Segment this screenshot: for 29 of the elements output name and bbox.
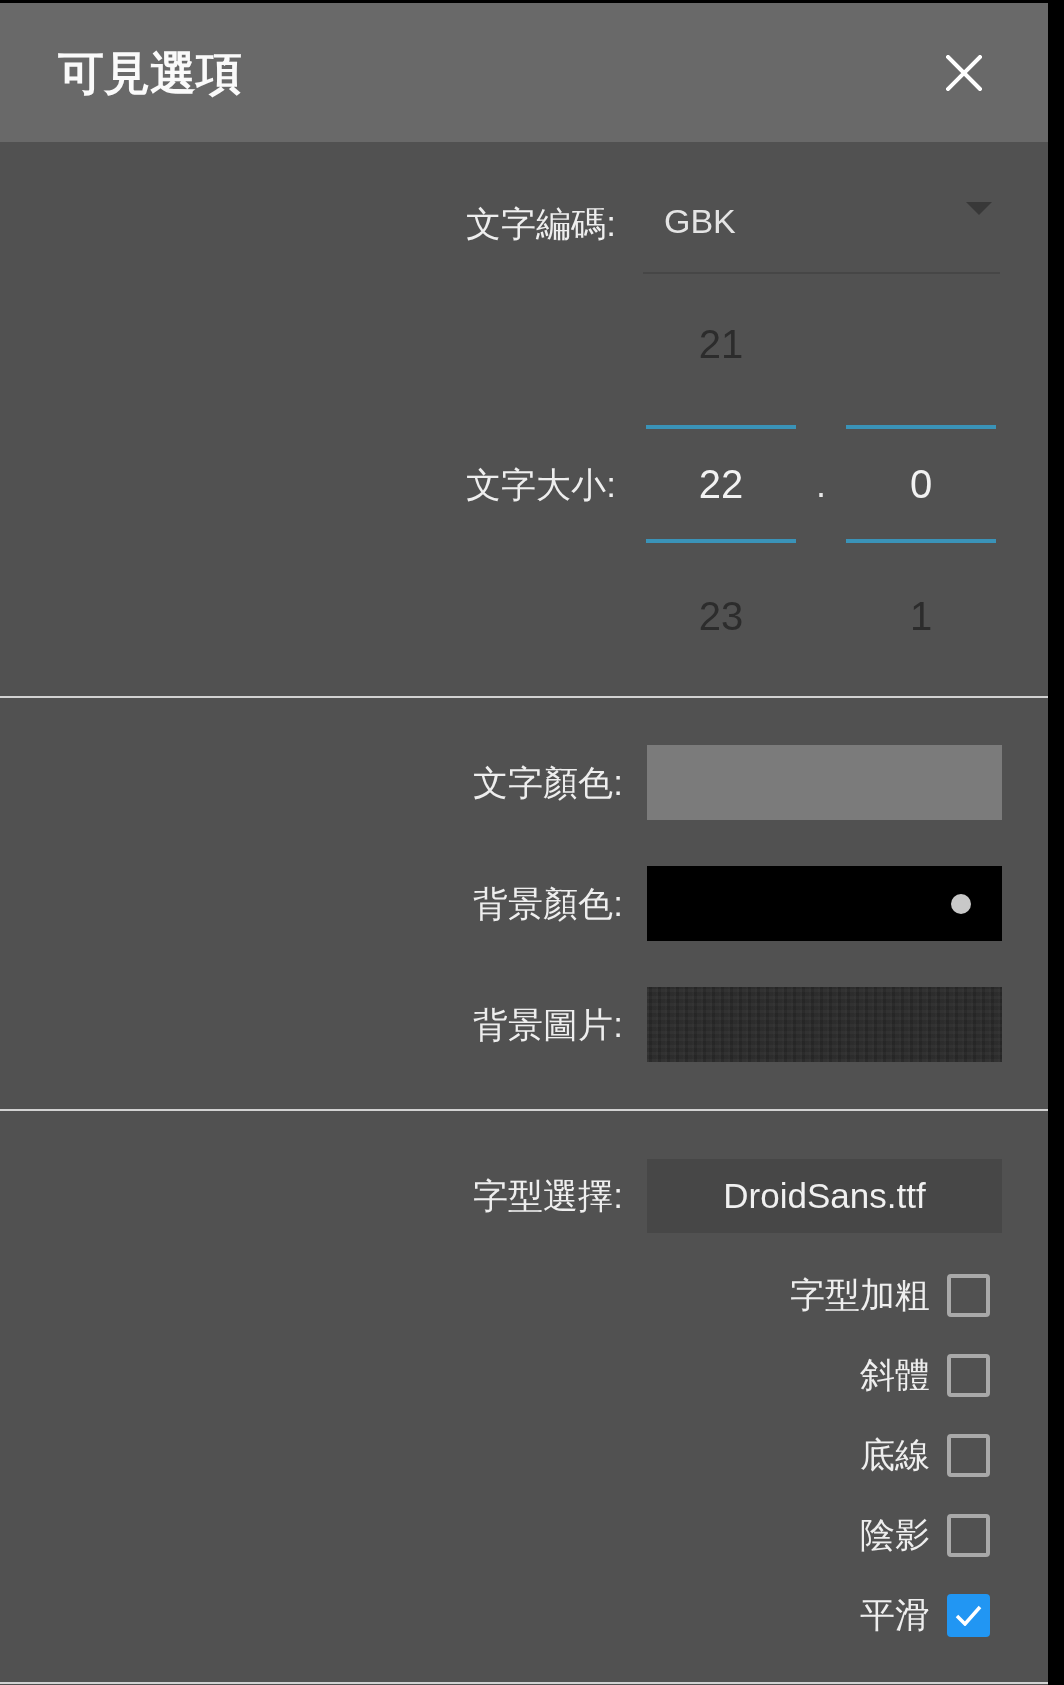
caret-icon bbox=[966, 201, 992, 215]
checkbox-label: 斜體 bbox=[860, 1354, 930, 1396]
checkbox-label: 陰影 bbox=[860, 1514, 930, 1556]
font-file-button[interactable]: DroidSans.ttf bbox=[647, 1159, 1002, 1233]
color-swatch[interactable] bbox=[647, 745, 1002, 820]
number-field[interactable]: 22 bbox=[646, 425, 796, 543]
checkbox[interactable] bbox=[947, 1273, 990, 1317]
color-label: 文字顏色: bbox=[473, 761, 623, 804]
color-label: 背景圖片: bbox=[473, 1003, 623, 1046]
checkbox[interactable] bbox=[947, 1433, 990, 1477]
dialog-title: 可見選項 bbox=[58, 49, 242, 96]
close-button[interactable] bbox=[946, 54, 982, 91]
font-label: 字型選擇: bbox=[473, 1175, 623, 1217]
text-size-label: 文字大小: bbox=[466, 464, 616, 506]
checkbox[interactable] bbox=[947, 1593, 990, 1637]
color-swatch[interactable] bbox=[647, 866, 1002, 941]
check-icon bbox=[955, 1604, 982, 1626]
encoding-label: 文字編碼: bbox=[466, 203, 616, 245]
checkbox-label: 底線 bbox=[860, 1434, 930, 1476]
checkbox-label: 平滑 bbox=[860, 1594, 930, 1636]
decimal-point: . bbox=[815, 463, 827, 507]
checkbox[interactable] bbox=[947, 1353, 990, 1397]
close-icon bbox=[946, 54, 982, 91]
checkbox[interactable] bbox=[947, 1513, 990, 1557]
encoding-dropdown[interactable]: GBK bbox=[643, 174, 1000, 274]
color-label: 背景顏色: bbox=[473, 882, 623, 925]
number-field[interactable]: 0 bbox=[846, 425, 996, 543]
checkbox-label: 字型加粗 bbox=[790, 1274, 930, 1316]
dot-icon bbox=[951, 893, 971, 914]
